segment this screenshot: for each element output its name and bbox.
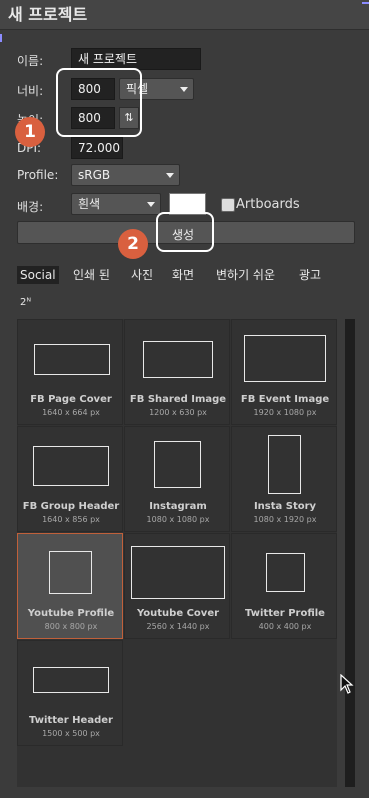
preset-fb-shared-image[interactable]: FB Shared Image 1200 x 630 px [124, 319, 230, 425]
tab-social[interactable]: Social [17, 266, 59, 284]
tab-variable[interactable]: 변하기 쉬운 [213, 266, 278, 284]
preset-thumbnail [33, 667, 109, 693]
preset-name: Instagram [149, 501, 207, 512]
preset-name: FB Page Cover [30, 394, 112, 405]
gallery-scrollbar[interactable] [345, 319, 355, 787]
preset-name: Twitter Profile [245, 608, 325, 619]
preset-thumbnail [266, 553, 305, 592]
chevron-down-icon [180, 87, 188, 92]
preset-size: 400 x 400 px [258, 622, 312, 631]
edge-mark [362, 2, 369, 4]
preset-thumbnail [131, 546, 225, 599]
tab-ads[interactable]: 광고 [296, 266, 324, 284]
preset-name: FB Shared Image [129, 394, 227, 405]
preset-thumbnail [154, 441, 201, 488]
preset-fb-group-header[interactable]: FB Group Header 1640 x 856 px [17, 426, 123, 532]
profile-select[interactable]: sRGB [71, 164, 180, 186]
preset-fb-page-cover[interactable]: FB Page Cover 1640 x 664 px [17, 319, 123, 425]
scrollbar-thumb[interactable] [345, 319, 355, 787]
tab-power-of-two[interactable]: 2ᴺ [17, 294, 34, 312]
background-label: 배경: [17, 200, 44, 214]
preset-size: 800 x 800 px [44, 622, 98, 631]
preset-thumbnail [244, 335, 326, 382]
new-project-dialog: 새 프로젝트 이름: 새 프로젝트 너비: 800 픽셀 높이: 800 ⇅ D… [0, 0, 369, 798]
profile-label: Profile: [17, 168, 59, 182]
preset-twitter-header[interactable]: Twitter Header 1500 x 500 px [17, 640, 123, 746]
preset-name: Twitter Header [29, 715, 113, 726]
preset-youtube-profile[interactable]: Youtube Profile 800 x 800 px [17, 533, 123, 639]
preset-size: 1500 x 500 px [42, 729, 100, 738]
preset-size: 1640 x 664 px [42, 408, 100, 417]
highlight-size-fields [56, 68, 142, 137]
artboards-label: Artboards [236, 197, 300, 212]
preset-thumbnail [143, 341, 213, 378]
background-select[interactable]: 흰색 [71, 193, 161, 215]
preset-size: 1080 x 1080 px [146, 515, 210, 524]
preset-size: 1640 x 856 px [42, 515, 100, 524]
preset-name: Youtube Cover [136, 608, 220, 619]
preset-size: 1920 x 1080 px [253, 408, 317, 417]
preset-name: FB Group Header [22, 501, 120, 512]
preset-name: FB Event Image [240, 394, 330, 405]
preset-size: 2560 x 1440 px [146, 622, 210, 631]
chevron-down-icon [147, 202, 155, 207]
annotation-badge-2: 2 [118, 229, 148, 259]
name-input[interactable]: 새 프로젝트 [71, 48, 201, 70]
preset-fb-event-image[interactable]: FB Event Image 1920 x 1080 px [231, 319, 337, 425]
width-label: 너비: [17, 84, 44, 98]
tab-print[interactable]: 인쇄 된 [70, 266, 113, 284]
preset-thumbnail [49, 551, 92, 594]
preset-size: 1200 x 630 px [149, 408, 207, 417]
background-select-value: 흰색 [78, 197, 101, 211]
preset-insta-story[interactable]: Insta Story 1080 x 1920 px [231, 426, 337, 532]
dpi-input[interactable]: 72.000 [71, 137, 123, 159]
dialog-title: 새 프로젝트 [0, 0, 369, 30]
edge-mark [0, 34, 2, 42]
preset-instagram[interactable]: Instagram 1080 x 1080 px [124, 426, 230, 532]
preset-twitter-profile[interactable]: Twitter Profile 400 x 400 px [231, 533, 337, 639]
name-label: 이름: [17, 54, 44, 68]
preset-thumbnail [33, 446, 109, 486]
preset-thumbnail [268, 435, 301, 494]
tab-screen[interactable]: 화면 [169, 266, 197, 284]
chevron-down-icon [166, 173, 174, 178]
preset-name: Youtube Profile [27, 608, 115, 619]
preset-thumbnail [34, 344, 110, 375]
preset-name: Insta Story [253, 501, 317, 512]
preset-youtube-cover[interactable]: Youtube Cover 2560 x 1440 px [124, 533, 230, 639]
preset-size: 1080 x 1920 px [253, 515, 317, 524]
artboards-checkbox[interactable] [221, 198, 235, 212]
tab-photo[interactable]: 사진 [128, 266, 156, 284]
profile-select-value: sRGB [78, 168, 111, 182]
annotation-badge-1: 1 [15, 117, 45, 147]
mouse-cursor-icon [340, 674, 354, 694]
preset-gallery: FB Page Cover 1640 x 664 px FB Shared Im… [17, 319, 337, 787]
highlight-create-button [156, 212, 214, 252]
